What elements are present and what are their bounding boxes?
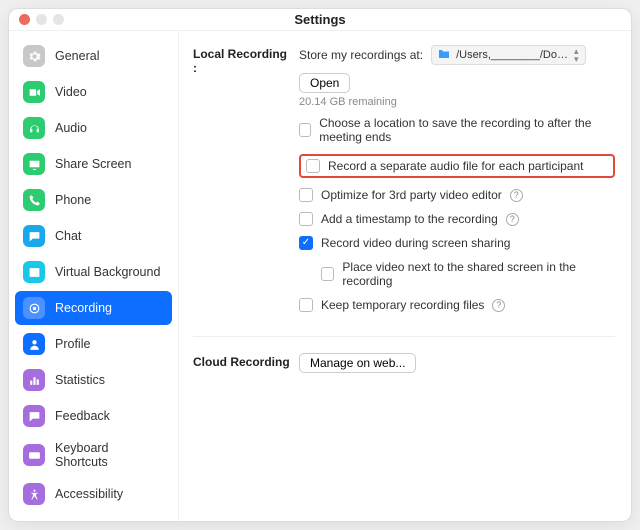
store-row: Store my recordings at: /Users,________/… <box>299 45 615 93</box>
accessibility-icon <box>23 483 45 505</box>
opt-keep-temp[interactable]: Keep temporary recording files ? <box>299 298 615 312</box>
opt-separate-audio[interactable]: Record a separate audio file for each pa… <box>306 159 584 173</box>
folder-icon <box>438 49 450 62</box>
gear-icon <box>23 45 45 67</box>
video-icon <box>23 81 45 103</box>
cloud-recording-body: Manage on web... <box>299 353 615 373</box>
feedback-icon <box>23 405 45 427</box>
stats-icon <box>23 369 45 391</box>
sidebar-item-label: Chat <box>55 229 81 243</box>
sidebar-item-profile[interactable]: Profile <box>15 327 172 361</box>
cloud-recording-section: Cloud Recording Manage on web... <box>193 353 615 373</box>
checkbox[interactable] <box>321 267 334 281</box>
checkbox[interactable] <box>299 212 313 226</box>
opt-label: Add a timestamp to the recording <box>321 212 498 226</box>
sidebar-item-label: Feedback <box>55 409 110 423</box>
open-button[interactable]: Open <box>299 73 350 93</box>
vb-icon <box>23 261 45 283</box>
store-label: Store my recordings at: <box>299 48 423 62</box>
sidebar-item-accessibility[interactable]: Accessibility <box>15 477 172 511</box>
window-title: Settings <box>9 12 631 27</box>
share-icon <box>23 153 45 175</box>
titlebar: Settings <box>9 9 631 31</box>
sidebar-item-statistics[interactable]: Statistics <box>15 363 172 397</box>
traffic-lights <box>19 14 64 25</box>
chat-icon <box>23 225 45 247</box>
recording-path-select[interactable]: /Users,________/Do… ▴▾ <box>431 45 585 65</box>
sidebar-item-audio[interactable]: Audio <box>15 111 172 145</box>
sidebar-item-chat[interactable]: Chat <box>15 219 172 253</box>
opt-label: Keep temporary recording files <box>321 298 484 312</box>
sidebar-item-share-screen[interactable]: Share Screen <box>15 147 172 181</box>
local-recording-section: Local Recording : Store my recordings at… <box>193 45 615 312</box>
sidebar-item-recording[interactable]: Recording <box>15 291 172 325</box>
checkbox[interactable] <box>299 236 313 250</box>
sidebar-item-label: Accessibility <box>55 487 123 501</box>
local-options: Choose a location to save the recording … <box>299 116 615 312</box>
cloud-recording-title: Cloud Recording <box>193 353 291 373</box>
sidebar-item-label: Phone <box>55 193 91 207</box>
recording-path-text: /Users,________/Do… <box>456 49 568 61</box>
help-icon[interactable]: ? <box>510 189 523 202</box>
close-icon[interactable] <box>19 14 30 25</box>
window-body: General Video Audio Share Screen Phone Chat Vi… <box>9 31 631 521</box>
recording-icon <box>23 297 45 319</box>
sidebar-item-phone[interactable]: Phone <box>15 183 172 217</box>
sidebar-item-label: General <box>55 49 99 63</box>
sidebar-item-feedback[interactable]: Feedback <box>15 399 172 433</box>
highlight-separate-audio: Record a separate audio file for each pa… <box>299 154 615 178</box>
checkbox[interactable] <box>299 123 311 137</box>
sidebar-item-keyboard-shortcuts[interactable]: Keyboard Shortcuts <box>15 435 172 475</box>
sidebar-item-general[interactable]: General <box>15 39 172 73</box>
sidebar-item-label: Recording <box>55 301 112 315</box>
sidebar-item-video[interactable]: Video <box>15 75 172 109</box>
storage-remaining: 20.14 GB remaining <box>299 96 615 108</box>
sidebar-item-label: Statistics <box>55 373 105 387</box>
sidebar-item-label: Audio <box>55 121 87 135</box>
zoom-icon[interactable] <box>53 14 64 25</box>
local-recording-title: Local Recording : <box>193 45 291 312</box>
checkbox[interactable] <box>306 159 320 173</box>
section-divider <box>193 336 615 337</box>
sidebar-item-virtual-background[interactable]: Virtual Background <box>15 255 172 289</box>
opt-record-video-share[interactable]: Record video during screen sharing <box>299 236 615 250</box>
opt-choose-location[interactable]: Choose a location to save the recording … <box>299 116 615 144</box>
sidebar-item-label: Profile <box>55 337 90 351</box>
opt-label: Record a separate audio file for each pa… <box>328 159 584 173</box>
opt-label: Record video during screen sharing <box>321 236 510 250</box>
checkbox[interactable] <box>299 298 313 312</box>
opt-optimize-3rd[interactable]: Optimize for 3rd party video editor ? <box>299 188 615 202</box>
local-recording-body: Store my recordings at: /Users,________/… <box>299 45 615 312</box>
sidebar-item-label: Keyboard Shortcuts <box>55 441 164 469</box>
sidebar-item-label: Virtual Background <box>55 265 160 279</box>
settings-window: Settings General Video Audio Share Screen Ph… <box>8 8 632 522</box>
sidebar-item-label: Video <box>55 85 87 99</box>
content-panel: Local Recording : Store my recordings at… <box>179 31 631 521</box>
opt-place-video-next[interactable]: Place video next to the shared screen in… <box>321 260 615 288</box>
profile-icon <box>23 333 45 355</box>
chevron-updown-icon: ▴▾ <box>574 47 579 63</box>
minimize-icon[interactable] <box>36 14 47 25</box>
sidebar-item-label: Share Screen <box>55 157 131 171</box>
opt-label: Optimize for 3rd party video editor <box>321 188 502 202</box>
phone-icon <box>23 189 45 211</box>
keyboard-icon <box>23 444 45 466</box>
help-icon[interactable]: ? <box>492 299 505 312</box>
manage-on-web-button[interactable]: Manage on web... <box>299 353 416 373</box>
sidebar: General Video Audio Share Screen Phone Chat Vi… <box>9 31 179 521</box>
audio-icon <box>23 117 45 139</box>
checkbox[interactable] <box>299 188 313 202</box>
help-icon[interactable]: ? <box>506 213 519 226</box>
opt-label: Choose a location to save the recording … <box>319 116 615 144</box>
opt-label: Place video next to the shared screen in… <box>342 260 615 288</box>
opt-timestamp[interactable]: Add a timestamp to the recording ? <box>299 212 615 226</box>
